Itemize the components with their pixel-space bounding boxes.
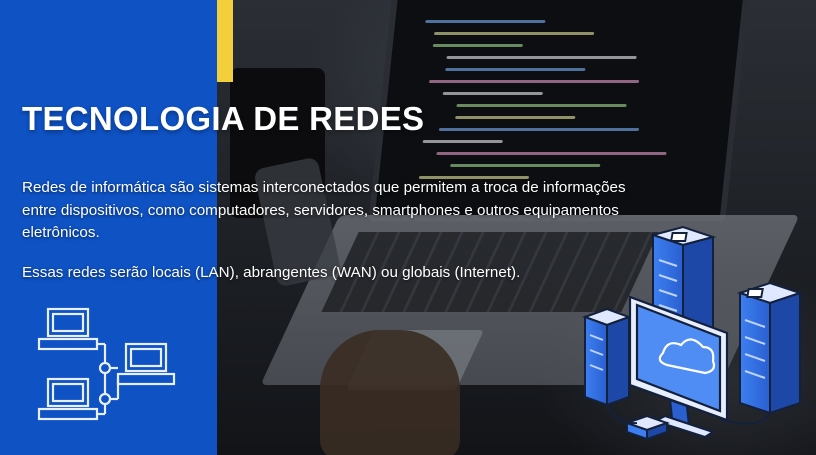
accent-bar xyxy=(217,0,233,82)
server-cloud-illustration xyxy=(582,225,804,441)
paragraph-definition: Redes de informática são sistemas interc… xyxy=(22,179,626,241)
hand xyxy=(320,330,460,455)
body-text: Redes de informática são sistemas interc… xyxy=(22,177,642,284)
server-tower-right xyxy=(736,281,804,415)
server-tower-left xyxy=(582,307,632,407)
slide: TECNOLOGIA DE REDES Redes de informática… xyxy=(0,0,816,455)
slide-title: TECNOLOGIA DE REDES xyxy=(22,100,425,137)
computer-network-icon xyxy=(37,307,176,421)
paragraph-types: Essas redes serão locais (LAN), abrangen… xyxy=(22,263,521,281)
